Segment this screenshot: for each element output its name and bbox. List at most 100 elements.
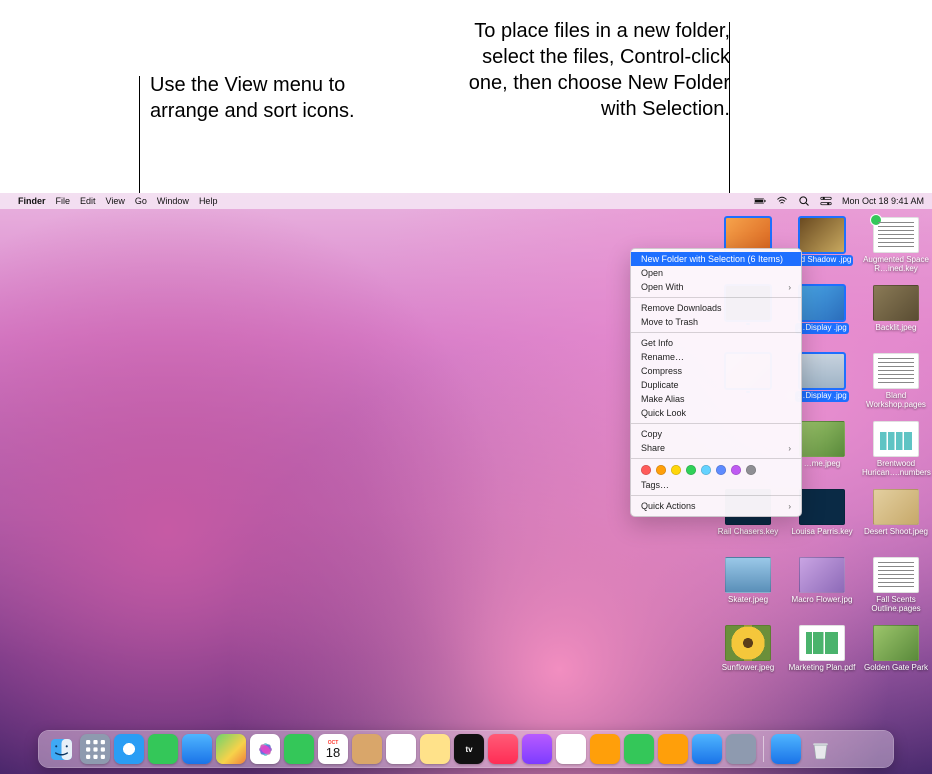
- file-thumbnail: [873, 489, 919, 525]
- ctx-open-with[interactable]: Open With ›: [631, 280, 801, 294]
- tag-color-swatch[interactable]: [731, 465, 741, 475]
- dock-contacts[interactable]: [352, 734, 382, 764]
- file-thumbnail: [799, 489, 845, 525]
- dock-separator: [763, 736, 764, 762]
- desktop-file[interactable]: Marketing Plan.pdf: [786, 625, 858, 674]
- ctx-tags[interactable]: Tags…: [631, 478, 801, 492]
- dock-downloads[interactable]: [771, 734, 801, 764]
- tag-color-swatch[interactable]: [656, 465, 666, 475]
- file-name-label: Bland Workshop.pages: [860, 391, 932, 411]
- tag-color-swatch[interactable]: [746, 465, 756, 475]
- file-thumbnail: [873, 421, 919, 457]
- dock-pages[interactable]: [658, 734, 688, 764]
- file-thumbnail: [725, 557, 771, 593]
- dock-safari[interactable]: [114, 734, 144, 764]
- file-name-label: …Display .jpg: [795, 323, 848, 334]
- file-name-label: Skater.jpeg: [726, 595, 770, 606]
- dock-numbers[interactable]: [624, 734, 654, 764]
- dock-podcasts[interactable]: [522, 734, 552, 764]
- ctx-compress[interactable]: Compress: [631, 364, 801, 378]
- dock-finder[interactable]: [46, 734, 76, 764]
- chevron-right-icon: ›: [788, 444, 791, 453]
- tag-color-swatch[interactable]: [716, 465, 726, 475]
- file-thumbnail: [725, 625, 771, 661]
- tag-color-swatch[interactable]: [641, 465, 651, 475]
- file-name-label: Desert Shoot.jpeg: [862, 527, 930, 538]
- dock-maps[interactable]: [216, 734, 246, 764]
- tag-color-swatch[interactable]: [701, 465, 711, 475]
- file-thumbnail: [873, 217, 919, 253]
- desktop-file[interactable]: Sunflower.jpeg: [712, 625, 784, 674]
- dock-system-preferences[interactable]: [726, 734, 756, 764]
- desktop-file[interactable]: Bland Workshop.pages: [860, 353, 932, 411]
- ctx-quick-actions[interactable]: Quick Actions ›: [631, 499, 801, 513]
- ctx-share[interactable]: Share ›: [631, 441, 801, 455]
- ctx-rename[interactable]: Rename…: [631, 350, 801, 364]
- file-name-label: Backlit.jpeg: [874, 323, 919, 334]
- ctx-duplicate[interactable]: Duplicate: [631, 378, 801, 392]
- file-thumbnail: [873, 353, 919, 389]
- file-name-label: …Display .jpg: [795, 391, 848, 402]
- file-name-label: Sunflower.jpeg: [720, 663, 776, 674]
- file-name-label: Fall Scents Outline.pages: [860, 595, 932, 615]
- ctx-open-with-label: Open With: [641, 282, 684, 292]
- dock-calendar[interactable]: OCT18: [318, 734, 348, 764]
- ctx-copy[interactable]: Copy: [631, 427, 801, 441]
- desktop-file[interactable]: Desert Shoot.jpeg: [860, 489, 932, 538]
- file-thumbnail: [799, 557, 845, 593]
- desktop-file[interactable]: Brentwood Hurican….numbers: [860, 421, 932, 479]
- file-name-label: Augmented Space R…ined.key: [860, 255, 932, 275]
- dock-books[interactable]: [590, 734, 620, 764]
- file-thumbnail: [799, 217, 845, 253]
- file-thumbnail: [799, 625, 845, 661]
- callout-new-folder: To place files in a new folder, select t…: [460, 18, 730, 122]
- chevron-right-icon: ›: [788, 283, 791, 292]
- ctx-get-info[interactable]: Get Info: [631, 336, 801, 350]
- ctx-make-alias[interactable]: Make Alias: [631, 392, 801, 406]
- file-name-label: Rail Chasers.key: [716, 527, 780, 538]
- file-thumbnail: [799, 285, 845, 321]
- dock-facetime[interactable]: [284, 734, 314, 764]
- file-name-label: Louisa Parris.key: [789, 527, 854, 538]
- ctx-quick-actions-label: Quick Actions: [641, 501, 696, 511]
- dock-music[interactable]: [488, 734, 518, 764]
- tag-color-swatch[interactable]: [686, 465, 696, 475]
- file-name-label: Marketing Plan.pdf: [787, 663, 858, 674]
- context-menu: New Folder with Selection (6 Items) Open…: [630, 248, 802, 517]
- dock-news[interactable]: [556, 734, 586, 764]
- dock-mail[interactable]: [182, 734, 212, 764]
- dock-notes[interactable]: [420, 734, 450, 764]
- chevron-right-icon: ›: [788, 502, 791, 511]
- file-thumbnail: [799, 353, 845, 389]
- ctx-quick-look[interactable]: Quick Look: [631, 406, 801, 420]
- dock-launchpad[interactable]: [80, 734, 110, 764]
- mac-desktop: Finder File Edit View Go Window Help Mon…: [0, 193, 932, 774]
- desktop-file[interactable]: Golden Gate Park: [860, 625, 932, 674]
- ctx-share-label: Share: [641, 443, 665, 453]
- desktop-file[interactable]: Fall Scents Outline.pages: [860, 557, 932, 615]
- file-name-label: Macro Flower.jpg: [790, 595, 855, 606]
- dock: OCT18 tv: [38, 730, 894, 768]
- ctx-new-folder-with-selection[interactable]: New Folder with Selection (6 Items): [631, 252, 801, 266]
- file-thumbnail: [873, 557, 919, 593]
- desktop-file[interactable]: Backlit.jpeg: [860, 285, 932, 334]
- ctx-move-to-trash[interactable]: Move to Trash: [631, 315, 801, 329]
- file-name-label: …me.jpeg: [802, 459, 842, 470]
- file-thumbnail: [799, 421, 845, 457]
- tag-color-swatch[interactable]: [671, 465, 681, 475]
- desktop-file[interactable]: Augmented Space R…ined.key: [860, 217, 932, 275]
- dock-app-store[interactable]: [692, 734, 722, 764]
- dock-messages[interactable]: [148, 734, 178, 764]
- ctx-open[interactable]: Open: [631, 266, 801, 280]
- callout-view-menu: Use the View menu to arrange and sort ic…: [150, 72, 410, 124]
- desktop-file[interactable]: Macro Flower.jpg: [786, 557, 858, 606]
- desktop-file[interactable]: Skater.jpeg: [712, 557, 784, 606]
- dock-tv[interactable]: tv: [454, 734, 484, 764]
- file-name-label: Brentwood Hurican….numbers: [860, 459, 932, 479]
- ctx-tag-colors[interactable]: [631, 462, 801, 478]
- file-name-label: Golden Gate Park: [862, 663, 930, 674]
- dock-trash[interactable]: [805, 734, 835, 764]
- ctx-remove-downloads[interactable]: Remove Downloads: [631, 301, 801, 315]
- dock-reminders[interactable]: [386, 734, 416, 764]
- dock-photos[interactable]: [250, 734, 280, 764]
